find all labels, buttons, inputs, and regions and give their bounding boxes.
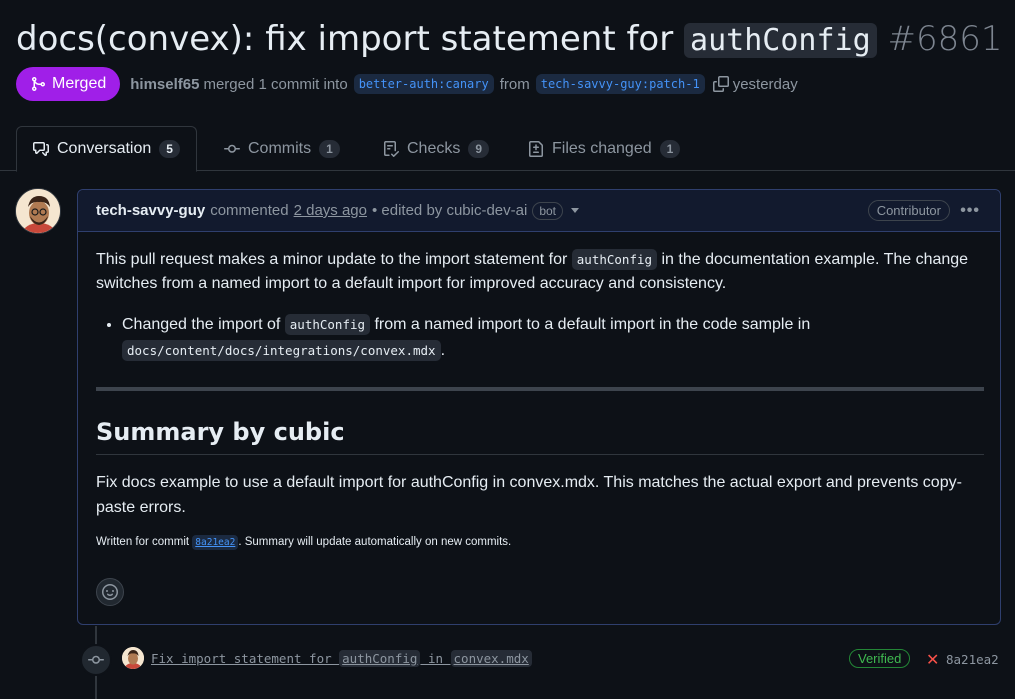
- git-merge-icon: [32, 77, 46, 91]
- inline-code: convex.mdx: [450, 650, 532, 667]
- summary-text: Fix docs example to use a default import…: [96, 474, 962, 516]
- git-commit-icon: [88, 655, 104, 664]
- tab-conversation-label: Conversation: [57, 140, 152, 157]
- from-text: from: [499, 75, 530, 93]
- comment-discussion-icon: [33, 142, 49, 156]
- smiley-icon: [102, 584, 118, 600]
- merged-text: merged 1 commit into: [203, 75, 348, 93]
- inline-code: authConfig: [571, 249, 658, 270]
- comment-edited: • edited by cubic-dev-ai: [371, 202, 528, 219]
- bot-badge: bot: [532, 201, 564, 220]
- written-note: Written for commit 8a21ea2. Summary will…: [96, 535, 512, 550]
- head-branch[interactable]: tech-savvy-guy:patch-1: [535, 74, 705, 94]
- heading-rule: [96, 454, 984, 455]
- tab-commits[interactable]: Commits 1: [208, 126, 356, 172]
- written-text: . Summary will update automatically on n…: [238, 536, 512, 548]
- tab-commits-count: 1: [319, 140, 340, 158]
- tab-conversation-count: 5: [159, 140, 180, 158]
- comment-header: tech-savvy-guy commented 2 days ago • ed…: [78, 190, 1000, 232]
- inline-code: authConfig: [284, 314, 371, 335]
- contributor-badge: Contributor: [867, 200, 950, 221]
- chevron-down-icon[interactable]: [571, 208, 580, 213]
- list-item: Changed the import of authConfig from a …: [122, 312, 986, 364]
- pr-title-text: docs(convex): fix import statement for: [16, 19, 685, 59]
- comment-action: commented: [210, 202, 289, 219]
- tab-files-changed[interactable]: Files changed 1: [512, 126, 696, 172]
- x-icon[interactable]: ✕: [926, 650, 939, 670]
- copy-icon[interactable]: [712, 76, 729, 92]
- tab-checks-label: Checks: [407, 140, 461, 157]
- list-text: .: [440, 342, 446, 359]
- merged-time: yesterday: [732, 75, 798, 93]
- written-text: Written for commit: [96, 536, 193, 548]
- inline-code: authConfig: [339, 650, 421, 667]
- git-commit-icon: [224, 144, 240, 153]
- commit-hash-link[interactable]: 8a21ea2: [192, 535, 239, 550]
- comment-paragraph: This pull request makes a minor update t…: [96, 248, 986, 296]
- inline-code: docs/content/docs/integrations/convex.md…: [122, 340, 441, 361]
- tab-files-changed-label: Files changed: [552, 140, 652, 157]
- tab-checks-count: 9: [468, 140, 490, 158]
- file-diff-icon: [529, 141, 543, 157]
- pr-title-code: authConfig: [684, 23, 877, 58]
- merged-status-label: Merged: [52, 75, 107, 92]
- commit-sha-link[interactable]: 8a21ea2: [946, 652, 999, 667]
- avatar-illustration: [122, 647, 144, 669]
- pr-tabs: Conversation 5 Commits 1 Checks 9 Files …: [0, 126, 1015, 172]
- pr-title: docs(convex): fix import statement for a…: [16, 16, 1002, 64]
- avatar[interactable]: [15, 188, 61, 234]
- summary-heading: Summary by cubic: [96, 418, 345, 446]
- divider: [96, 387, 984, 391]
- comment-text: This pull request makes a minor update t…: [96, 251, 572, 268]
- merged-status-badge: Merged: [16, 67, 121, 101]
- tab-conversation[interactable]: Conversation 5: [16, 126, 197, 172]
- commit-text: in: [420, 651, 451, 666]
- list-text: Changed the import of: [122, 316, 285, 333]
- tab-checks[interactable]: Checks 9: [367, 126, 505, 172]
- commit-author-avatar[interactable]: [122, 647, 144, 669]
- commit-text: Fix import statement for: [151, 651, 340, 666]
- commit-node: [80, 644, 112, 676]
- comment-box: tech-savvy-guy commented 2 days ago • ed…: [77, 189, 1001, 625]
- pr-meta: Merged himself65 merged 1 commit into be…: [16, 67, 798, 101]
- checklist-icon: [384, 141, 399, 157]
- list-text: from a named import to a default import …: [370, 316, 811, 333]
- tab-files-changed-count: 1: [659, 140, 681, 158]
- tab-commits-label: Commits: [248, 140, 312, 157]
- add-reaction-button[interactable]: [96, 578, 124, 606]
- change-list: Changed the import of authConfig from a …: [122, 312, 986, 364]
- avatar-illustration: [16, 189, 60, 233]
- base-branch[interactable]: better-auth:canary: [353, 74, 494, 94]
- verified-badge[interactable]: Verified: [849, 649, 911, 668]
- commit-message[interactable]: Fix import statement for authConfig in c…: [151, 650, 532, 667]
- pr-number: #6861: [887, 19, 1003, 59]
- comment-time[interactable]: 2 days ago: [294, 202, 367, 219]
- comment-author[interactable]: tech-savvy-guy: [96, 202, 205, 219]
- comment-body: This pull request makes a minor update t…: [96, 248, 986, 364]
- merger-username[interactable]: himself65: [130, 76, 199, 93]
- kebab-menu-icon[interactable]: •••: [960, 202, 980, 220]
